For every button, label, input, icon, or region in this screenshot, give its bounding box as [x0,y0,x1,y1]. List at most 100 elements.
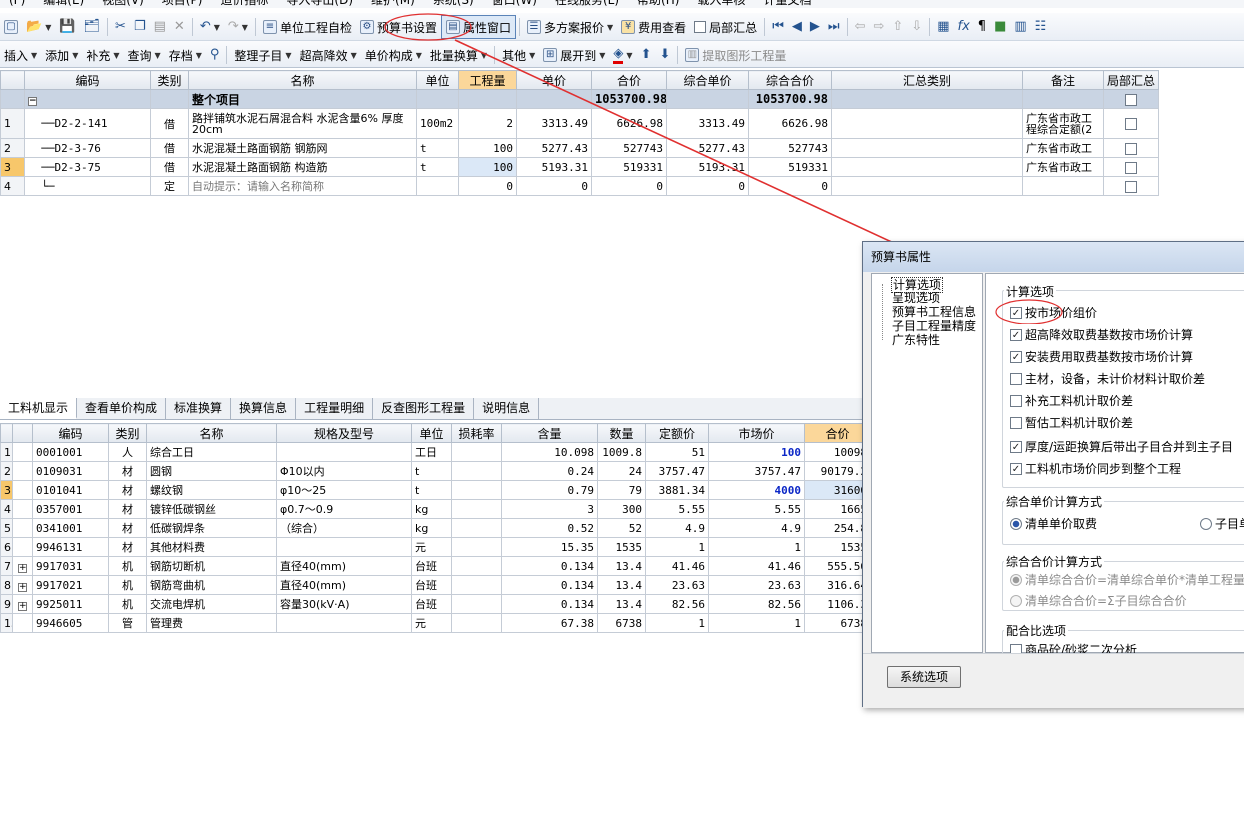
column-header[interactable]: 规格及型号 [276,423,412,443]
checkbox-option[interactable]: 暂估工料机计取价差 [1010,414,1133,431]
report-button[interactable]: ▥ [1010,15,1030,39]
table-row[interactable]: 1 ──D2-2-141 借 路拌铺筑水泥石屑混合料 水泥含量6% 厚度 20c… [0,108,1159,139]
loss-cell[interactable] [451,442,502,462]
chevron-down-icon[interactable]: ▼ [155,51,161,60]
tab-reverse-graph[interactable]: 反查图形工程量 [373,398,475,419]
content-cell[interactable]: 0.134 [501,556,598,576]
column-header[interactable]: 损耗率 [451,423,502,443]
name-cell[interactable]: 综合工日 [146,442,277,462]
menu-window[interactable]: 窗口(W) [483,0,546,8]
menu-maintain[interactable]: 维护(M) [362,0,424,8]
checkbox-option[interactable]: 主材，设备，未计价材料计取价差 [1010,370,1205,387]
spec-cell[interactable] [276,537,412,557]
table-row[interactable]: 7 +9917031 机钢筋切断机 直径40(mm) 台班 0.134 13.4 41.46 4… [0,556,871,576]
name-cell[interactable]: 交流电焊机 [146,594,277,614]
chevron-down-icon[interactable]: ▼ [599,51,605,60]
radio-unit-price-list[interactable]: 清单单价取费 [1010,515,1097,532]
table-row[interactable]: 159946605管管理费元67.386738116738 [0,613,871,633]
chevron-down-icon[interactable]: ▼ [45,23,51,32]
radio-total-sum[interactable]: 清单综合合价=Σ子目综合合价 [1010,592,1187,609]
spec-cell[interactable]: 直径40(mm) [276,556,412,576]
expand-cell[interactable] [12,442,33,462]
name-cell[interactable]: 水泥混凝土路面钢筋 钢筋网 [188,138,417,158]
column-header[interactable]: 市场价 [708,423,805,443]
undo-button[interactable]: ↶ ▼ [196,15,224,39]
content-cell[interactable]: 10.098 [501,442,598,462]
menu-file[interactable]: (F) [0,0,34,8]
code-cell[interactable]: 0109031 [32,461,109,481]
note-cell[interactable]: 广东省市政工程综合定额(2 [1022,108,1104,139]
content-cell[interactable]: 0.24 [501,461,598,481]
spec-cell[interactable]: 直径40(mm) [276,575,412,595]
redo-button[interactable]: ↷ ▼ [224,15,252,39]
table-row[interactable]: 6 9946131 材其他材料费元 15.35 1535 1 1 1535 [0,537,871,557]
column-header[interactable]: 编码 [32,423,109,443]
expand-icon[interactable]: + [18,601,27,611]
market-price-cell[interactable]: 1 [708,613,805,633]
organize-button[interactable]: 整理子目 ▼ [230,43,295,67]
column-header[interactable]: 备注 [1022,70,1104,90]
tree-item-precision[interactable]: 子目工程量精度 [892,319,976,333]
extract-button[interactable]: ▥ 提取图形工程量 [681,43,790,67]
multi-quote-button[interactable]: ☰ 多方案报价 ▼ [523,15,617,39]
spec-cell[interactable] [276,442,412,462]
fill-color-button[interactable]: ◈ ▼ [609,43,636,67]
market-price-cell[interactable]: 4000 [708,480,805,500]
chevron-down-icon[interactable]: ▼ [214,23,220,32]
radio-icon[interactable] [1010,594,1022,607]
expand-icon[interactable]: + [18,563,27,573]
summary-cell[interactable] [831,138,1023,158]
table-row[interactable]: 8 +9917021 机钢筋弯曲机 直径40(mm) 台班 0.134 13.4 23.63 2… [0,575,871,595]
column-header[interactable]: 数量 [597,423,646,443]
checkbox-option[interactable]: 安装费用取费基数按市场价计算 [1010,348,1193,365]
partial-summary-cell[interactable] [1103,157,1159,177]
content-cell[interactable]: 0.134 [501,575,598,595]
name-cell[interactable]: 钢筋弯曲机 [146,575,277,595]
qty-cell[interactable]: 100 [458,138,517,158]
code-cell[interactable]: 9917021 [32,575,109,595]
expand-cell[interactable] [12,518,33,538]
partial-summary-toggle[interactable]: 局部汇总 [690,15,761,39]
chevron-down-icon[interactable]: ▼ [196,51,202,60]
market-price-cell[interactable]: 5.55 [708,499,805,519]
unit-check-button[interactable]: ≡ 单位工程自检 [259,15,356,39]
market-price-cell[interactable]: 82.56 [708,594,805,614]
loss-cell[interactable] [451,518,502,538]
content-cell[interactable]: 0.134 [501,594,598,614]
tab-convert-info[interactable]: 换算信息 [231,398,297,419]
menu-load-single[interactable]: 载入单核 [688,0,754,8]
checkbox-icon[interactable] [1010,416,1022,429]
menu-edit[interactable]: 编辑(E) [34,0,93,8]
expand-cell[interactable]: + [12,575,33,595]
code-cell[interactable]: 0001001 [32,442,109,462]
expand-cell[interactable] [12,537,33,557]
unit-cell[interactable]: 工日 [411,442,452,462]
code-cell[interactable]: 9917031 [32,556,109,576]
first-button[interactable]: ⏮ [768,15,788,39]
qty-cell[interactable]: 1535 [597,537,646,557]
menu-help[interactable]: 帮助(H) [628,0,688,8]
tree-item-display[interactable]: 呈现选项 [892,291,940,305]
menu-online[interactable]: 在线服务(L) [546,0,628,8]
unit-cell[interactable]: 元 [411,613,452,633]
chevron-down-icon[interactable]: ▼ [529,51,535,60]
name-cell[interactable]: 镀锌低碳钢丝 [146,499,277,519]
unit-cell[interactable]: 100m2 [416,108,459,139]
column-header[interactable]: 含量 [501,423,598,443]
reduce-button[interactable]: 超高降效 ▼ [296,43,361,67]
unit-cell[interactable]: 台班 [411,594,452,614]
delete-button[interactable]: ✕ [170,15,189,39]
qty-cell[interactable]: 2 [458,108,517,139]
spec-cell[interactable]: φ10～25 [276,480,412,500]
column-header[interactable]: 局部汇总 [1103,70,1159,90]
calculator-button[interactable]: ▦ [933,15,953,39]
next-button[interactable]: ▶ [806,15,824,39]
column-header[interactable]: 名称 [146,423,277,443]
expand-cell[interactable] [12,461,33,481]
row-checkbox[interactable] [1125,161,1137,174]
note-cell[interactable]: 广东省市政工 [1022,157,1104,177]
table-row-selected[interactable]: 3 ──D2-3-75 借 水泥混凝土路面钢筋 构造筋 t 100 5193.3… [0,157,1159,177]
spec-cell[interactable]: 容量30(kV·A) [276,594,412,614]
column-header[interactable]: 综合单价 [666,70,749,90]
move-right-button[interactable]: ⇨ [870,15,889,39]
